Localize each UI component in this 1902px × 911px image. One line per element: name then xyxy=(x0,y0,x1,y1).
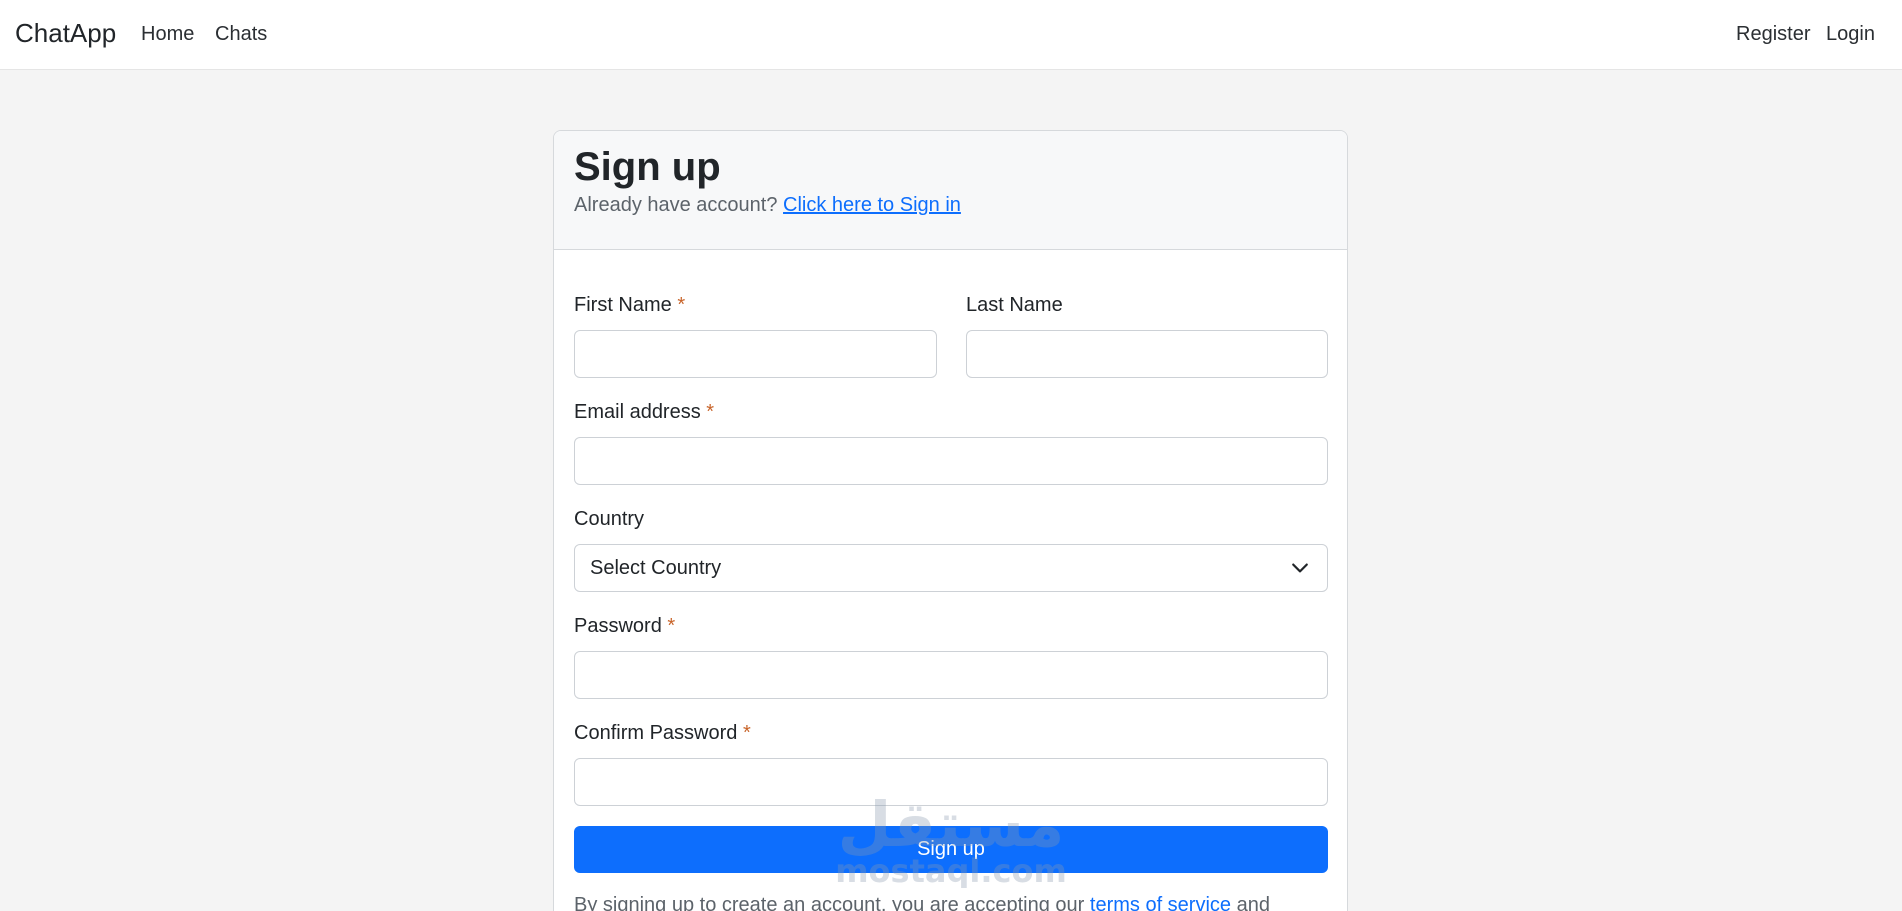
brand-logo[interactable]: ChatApp xyxy=(15,18,116,49)
country-label: Country xyxy=(574,508,644,531)
nav-link-register[interactable]: Register xyxy=(1736,23,1810,46)
confirm-password-label-text: Confirm Password xyxy=(574,722,738,744)
signin-link[interactable]: Click here to Sign in xyxy=(783,194,961,216)
confirm-password-field[interactable] xyxy=(574,758,1328,806)
last-name-label: Last Name xyxy=(966,294,1063,317)
nav-link-home[interactable]: Home xyxy=(141,23,194,46)
required-mark: * xyxy=(706,401,715,423)
first-name-label-text: First Name xyxy=(574,294,672,316)
terms-of-service-link[interactable]: terms of service xyxy=(1090,894,1231,911)
nav-link-chats[interactable]: Chats xyxy=(215,23,267,46)
required-mark: * xyxy=(677,294,686,316)
first-name-field[interactable] xyxy=(574,330,937,378)
terms-text: By signing up to create an account, you … xyxy=(574,894,1085,911)
last-name-label-text: Last Name xyxy=(966,294,1063,316)
card-header: Sign up Already have account? Click here… xyxy=(554,131,1347,250)
chevron-down-icon xyxy=(1292,563,1308,573)
email-label-text: Email address xyxy=(574,401,701,423)
password-label: Password * xyxy=(574,615,675,638)
required-mark: * xyxy=(742,722,751,744)
email-field[interactable] xyxy=(574,437,1328,485)
required-mark: * xyxy=(667,615,676,637)
signup-card: Sign up Already have account? Click here… xyxy=(553,130,1348,911)
last-name-field[interactable] xyxy=(966,330,1328,378)
email-label: Email address * xyxy=(574,401,714,424)
country-select-value: Select Country xyxy=(590,557,722,579)
page-title: Sign up xyxy=(574,145,721,189)
nav-link-login[interactable]: Login xyxy=(1826,23,1875,46)
password-label-text: Password xyxy=(574,615,662,637)
country-select[interactable]: Select Country xyxy=(574,544,1328,592)
signin-prompt: Already have account? Click here to Sign… xyxy=(574,194,961,217)
confirm-password-label: Confirm Password * xyxy=(574,722,751,745)
terms-notice: By signing up to create an account, you … xyxy=(574,894,1334,911)
first-name-label: First Name * xyxy=(574,294,685,317)
password-field[interactable] xyxy=(574,651,1328,699)
signin-prompt-text: Already have account? xyxy=(574,194,778,216)
navbar: ChatApp Home Chats Register Login xyxy=(0,0,1902,70)
country-label-text: Country xyxy=(574,508,645,530)
signup-button[interactable]: Sign up xyxy=(574,826,1328,873)
terms-and-text: and xyxy=(1236,894,1270,911)
